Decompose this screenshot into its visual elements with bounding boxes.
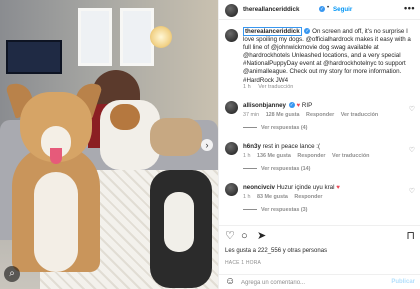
comment-time: 1 h	[243, 153, 251, 159]
view-replies-button[interactable]: Ver respuestas (14)	[243, 166, 310, 172]
emoji-smile-icon[interactable]: ☺	[225, 277, 235, 287]
like-comment-heart-icon[interactable]: ♡	[409, 146, 415, 154]
comment-likes-count[interactable]: 136 Me gusta	[257, 153, 291, 159]
post-header: thereallanceriddick ✓ • Seguir •••	[219, 0, 420, 20]
red-heart-icon: ♥	[336, 184, 340, 191]
view-replies-label: Ver respuestas (3)	[261, 207, 308, 213]
photo-television	[6, 40, 62, 74]
more-options-icon[interactable]: •••	[404, 3, 415, 13]
comment-likes-count[interactable]: 128 Me gusta	[266, 112, 300, 118]
comment-meta: 37 min 128 Me gusta Responder Ver traduc…	[243, 112, 383, 118]
follow-button[interactable]: Seguir	[333, 6, 352, 13]
comment-text: rest in peace lance :(	[262, 143, 321, 150]
caption-text-block: therealanceriddick ✓ On screen and off, …	[243, 27, 415, 85]
like-comment-heart-icon[interactable]: ♡	[409, 187, 415, 195]
commenter-avatar[interactable]	[225, 101, 238, 114]
photo-lamp	[150, 26, 172, 48]
photo-dog	[150, 118, 202, 156]
comment-line: neoncivciv Huzur içinde uyu kral ♥	[243, 184, 403, 192]
commenter-username[interactable]: neoncivciv	[243, 184, 275, 191]
post-action-bar: ♡ ○ ➤ ⊓	[219, 225, 420, 243]
next-photo-chevron-icon[interactable]: ›	[201, 139, 213, 151]
photo-main-dog	[5, 79, 103, 272]
author-username[interactable]: thereallanceriddick	[243, 6, 299, 13]
verified-badge-icon: ✓	[319, 6, 325, 12]
photo-dog	[150, 170, 212, 288]
reply-button[interactable]: Responder	[297, 153, 325, 159]
commenter-username[interactable]: h6n3y	[243, 143, 261, 150]
commenter-avatar[interactable]	[225, 183, 238, 196]
caption-time: 1 h	[243, 84, 251, 90]
comment-time: 1 h	[243, 194, 251, 200]
save-bookmark-icon[interactable]: ⊓	[406, 231, 415, 242]
reply-button[interactable]: Responder	[306, 112, 334, 118]
comment-line: allisonbjanney ✓ ♥ RIP	[243, 102, 403, 110]
likes-summary[interactable]: Les gusta a 222_556 y otras personas	[225, 248, 327, 254]
verified-badge-icon: ✓	[304, 28, 311, 35]
like-comment-heart-icon[interactable]: ♡	[409, 105, 415, 113]
author-avatar[interactable]	[225, 4, 238, 17]
verified-badge-icon: ✓	[288, 102, 295, 109]
translate-link[interactable]: Ver traducción	[332, 153, 369, 159]
caption-translate-link[interactable]: Ver traducción	[258, 84, 293, 90]
comment-line: h6n3y rest in peace lance :(	[243, 143, 403, 151]
view-replies-label: Ver respuestas (4)	[261, 125, 308, 131]
post-detail-panel: thereallanceriddick ✓ • Seguir ••• there…	[218, 0, 420, 289]
comment-input[interactable]	[241, 278, 381, 287]
comment-text: RIP	[301, 102, 313, 109]
post-date: HACE 1 HORA	[225, 260, 262, 266]
photo-window	[78, 8, 112, 66]
separator-dot: •	[327, 5, 330, 11]
commenter-username[interactable]: allisonbjanney	[243, 102, 286, 109]
add-comment-bar: ☺ Publicar	[219, 274, 420, 289]
comment-meta: 1 h 136 Me gusta Responder Ver traducció…	[243, 153, 374, 159]
translate-link[interactable]: Ver traducción	[341, 112, 378, 118]
share-send-icon[interactable]: ➤	[257, 231, 266, 242]
photo-window	[120, 8, 154, 66]
user-tags-icon[interactable]: ⌕	[4, 266, 20, 282]
view-replies-button[interactable]: Ver respuestas (4)	[243, 125, 307, 131]
comment-likes-count[interactable]: 83 Me gusta	[257, 194, 288, 200]
comment-meta: 1 h 83 Me gusta Responder	[243, 194, 328, 200]
comment-time: 37 min	[243, 112, 260, 118]
caption-meta: 1 h Ver traducción	[243, 84, 299, 90]
caption-author-username[interactable]: therealanceriddick	[243, 27, 302, 36]
caption-body: On screen and off, it's no surprise I lo…	[243, 28, 411, 84]
red-heart-icon: ♥	[296, 102, 301, 109]
comment-bubble-icon[interactable]: ○	[241, 231, 248, 242]
view-replies-label: Ver respuestas (14)	[261, 166, 311, 172]
caption-author-avatar[interactable]	[225, 29, 238, 42]
publish-button[interactable]: Publicar	[391, 279, 415, 285]
like-heart-icon[interactable]: ♡	[225, 231, 235, 242]
reply-button[interactable]: Responder	[294, 194, 322, 200]
view-replies-button[interactable]: Ver respuestas (3)	[243, 207, 307, 213]
comment-text: Huzur içinde uyu kral	[276, 184, 335, 191]
post-photo[interactable]: ⌕ ›	[0, 0, 218, 289]
commenter-avatar[interactable]	[225, 142, 238, 155]
